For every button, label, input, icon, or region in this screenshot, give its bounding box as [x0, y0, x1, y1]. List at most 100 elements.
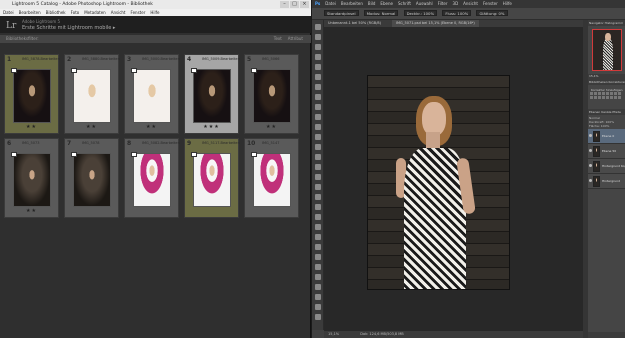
tool-icon[interactable]: [314, 194, 321, 200]
photo-thumbnail[interactable]: [192, 69, 231, 123]
ps-menu-datei[interactable]: Datei: [325, 0, 336, 8]
minimize-icon[interactable]: –: [280, 1, 289, 8]
navigator-preview[interactable]: [591, 29, 622, 71]
adjustment-icon[interactable]: [598, 92, 601, 95]
photo-thumbnail[interactable]: [132, 153, 171, 207]
tool-icon[interactable]: [314, 44, 321, 50]
star-rating[interactable]: ★★: [5, 124, 58, 130]
filter-attribute[interactable]: Attribut: [288, 35, 303, 43]
maximize-icon[interactable]: □: [290, 1, 299, 8]
ps-menu-auswahl[interactable]: Auswahl: [416, 0, 433, 8]
tab-active-document[interactable]: IMG_5071.psd bei 15,1% (Ebene 0, RGB/16*…: [392, 20, 479, 27]
smoothing-field[interactable]: Glättung: 0%: [476, 10, 508, 16]
ps-menu-ebene[interactable]: Ebene: [380, 0, 393, 8]
photo-thumbnail[interactable]: [132, 69, 171, 123]
tool-icon[interactable]: [314, 164, 321, 170]
eye-icon[interactable]: [589, 149, 592, 152]
mobile-link[interactable]: Erste Schritte mit Lightroom mobile ▸: [22, 25, 115, 31]
adjustment-icon[interactable]: [590, 92, 593, 95]
tool-icon[interactable]: [314, 134, 321, 140]
ps-menu-fenster[interactable]: Fenster: [483, 0, 498, 8]
tool-icon[interactable]: [314, 34, 321, 40]
adjustment-icon[interactable]: [610, 92, 613, 95]
ps-menu-filter[interactable]: Filter: [438, 0, 448, 8]
grid-cell[interactable]: 10 IMG_5147: [244, 138, 299, 218]
tool-icon[interactable]: [314, 64, 321, 70]
star-rating[interactable]: ★★: [65, 124, 118, 130]
eye-icon[interactable]: [589, 134, 592, 137]
tool-icon[interactable]: [314, 74, 321, 80]
adjustment-icon[interactable]: [614, 92, 617, 95]
layer-row[interactable]: Ebene 0: [588, 129, 625, 144]
tool-icon[interactable]: [314, 214, 321, 220]
menu-ansicht[interactable]: Ansicht: [111, 9, 126, 16]
grid-cell[interactable]: 1 IMG_5878-Bearbeiten ★★: [4, 54, 60, 134]
eye-icon[interactable]: [589, 164, 592, 167]
tool-icon[interactable]: [314, 84, 321, 90]
adjustment-icon[interactable]: [614, 96, 617, 99]
tool-icon[interactable]: [314, 224, 321, 230]
tool-icon[interactable]: [314, 24, 321, 30]
photo-thumbnail[interactable]: [12, 153, 51, 207]
tool-icon[interactable]: [314, 244, 321, 250]
grid-cell[interactable]: 8 IMG_5082-Bearbeiten: [124, 138, 180, 218]
menu-bibliothek[interactable]: Bibliothek: [46, 9, 66, 16]
tool-icon[interactable]: [314, 184, 321, 190]
ps-menu-schrift[interactable]: Schrift: [398, 0, 411, 8]
photo-thumbnail[interactable]: [192, 153, 231, 207]
blend-mode[interactable]: Modus: Normal: [363, 10, 399, 16]
star-rating[interactable]: ★★: [5, 208, 58, 214]
tool-icon[interactable]: [314, 124, 321, 130]
layer-row[interactable]: Ebene 50: [588, 144, 625, 159]
photo-thumbnail[interactable]: [72, 69, 111, 123]
star-rating[interactable]: ★★★: [185, 124, 238, 130]
adjustment-icon[interactable]: [594, 96, 597, 99]
tool-icon[interactable]: [314, 234, 321, 240]
brush-preset[interactable]: Standardpinsel: [324, 10, 359, 16]
tool-icon[interactable]: [314, 204, 321, 210]
adjustments-tabs[interactable]: Bibliotheken Korrekturen Stile: [588, 79, 625, 85]
canvas-area[interactable]: [324, 27, 583, 331]
tool-icon[interactable]: [314, 154, 321, 160]
layers-tabs[interactable]: Ebenen Kanäle Pfade: [588, 109, 625, 115]
tool-icon[interactable]: [314, 94, 321, 100]
flow-field[interactable]: Fluss: 100%: [442, 10, 472, 16]
menu-bearbeiten[interactable]: Bearbeiten: [19, 9, 41, 16]
grid-cell[interactable]: 3 IMG_5000-Bearbeiten ★★: [124, 54, 180, 134]
adjustment-icon[interactable]: [598, 96, 601, 99]
adjustment-icon[interactable]: [594, 92, 597, 95]
adjustment-icon[interactable]: [602, 96, 605, 99]
tool-icon[interactable]: [314, 304, 321, 310]
menu-datei[interactable]: Datei: [3, 9, 14, 16]
menu-foto[interactable]: Foto: [71, 9, 80, 16]
adjustment-icon[interactable]: [606, 92, 609, 95]
filter-text[interactable]: Text: [274, 35, 282, 43]
menu-hilfe[interactable]: Hilfe: [150, 9, 159, 16]
zoom-level[interactable]: 15,1%: [328, 332, 339, 336]
tool-icon[interactable]: [314, 54, 321, 60]
photo-thumbnail[interactable]: [252, 153, 291, 207]
ps-menu-ansicht[interactable]: Ansicht: [463, 0, 478, 8]
tool-icon[interactable]: [314, 104, 321, 110]
opacity-field[interactable]: Deckkr.: 100%: [403, 10, 438, 16]
adjustment-icon[interactable]: [610, 96, 613, 99]
ps-menu-hilfe[interactable]: Hilfe: [503, 0, 512, 8]
adjustment-icon[interactable]: [606, 96, 609, 99]
tool-icon[interactable]: [314, 114, 321, 120]
navigator-tabs[interactable]: Navigator Histogramm: [588, 20, 625, 26]
grid-cell[interactable]: 7 IMG_5078: [64, 138, 119, 218]
layer-row[interactable]: Hintergrund Kopie: [588, 159, 625, 174]
tool-icon[interactable]: [314, 284, 321, 290]
photo-thumbnail[interactable]: [252, 69, 291, 123]
photo-thumbnail[interactable]: [12, 69, 51, 123]
tab-untitled[interactable]: Unbenannt-1 bei 50% (RGB/8): [328, 21, 381, 25]
tool-icon[interactable]: [314, 294, 321, 300]
menu-fenster[interactable]: Fenster: [131, 9, 146, 16]
grid-cell[interactable]: 6 IMG_5073 ★★: [4, 138, 59, 218]
star-rating[interactable]: ★★: [245, 124, 298, 130]
close-icon[interactable]: ×: [300, 1, 309, 8]
tool-icon[interactable]: [314, 314, 321, 320]
grid-cell[interactable]: 2 IMG_5880-Bearbeiten ★★: [64, 54, 120, 134]
tool-icon[interactable]: [314, 274, 321, 280]
grid-cell[interactable]: 5 IMG_5066 ★★: [244, 54, 299, 134]
